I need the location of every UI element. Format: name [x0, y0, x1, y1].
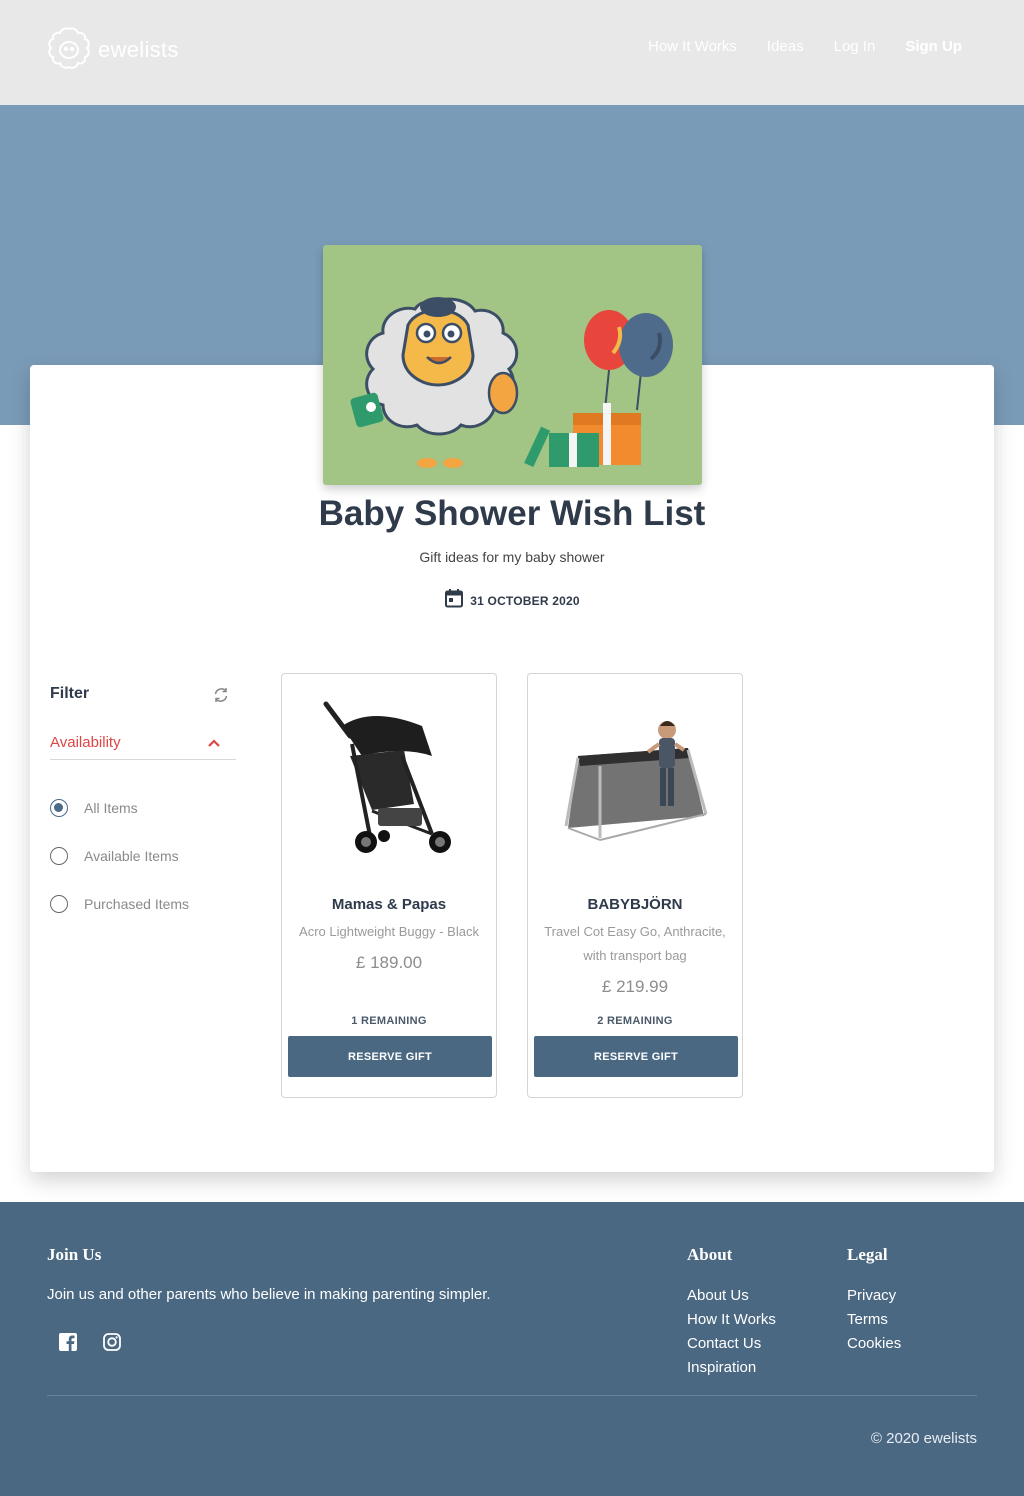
footer-link-inspiration[interactable]: Inspiration	[687, 1358, 776, 1377]
list-date-text: 31 OCTOBER 2020	[470, 593, 580, 608]
filter-title: Filter	[50, 685, 90, 702]
nav-signup[interactable]: Sign Up	[905, 38, 962, 55]
list-cover-image	[323, 245, 702, 485]
product-remaining: 2 REMAINING	[597, 1015, 673, 1027]
facebook-icon[interactable]	[58, 1332, 78, 1352]
footer-join-heading: Join Us	[47, 1245, 102, 1264]
product-description: Travel Cot Easy Go, Anthracite, with tra…	[544, 924, 726, 963]
list-card	[30, 365, 994, 1172]
product-description: Acro Lightweight Buggy - Black	[299, 924, 479, 939]
availability-label: Availability	[50, 734, 121, 751]
refresh-icon[interactable]	[212, 686, 230, 704]
filter-option-purchased-items[interactable]: Purchased Items	[50, 895, 189, 913]
radio-available-items[interactable]	[50, 847, 68, 865]
product-brand: Mamas & Papas	[331, 896, 447, 913]
sheep-illustration	[350, 297, 519, 468]
stroller-icon[interactable]	[282, 686, 496, 866]
product-remaining: 1 REMAINING	[351, 1015, 427, 1027]
footer-link-contact-us[interactable]: Contact Us	[687, 1334, 776, 1353]
list-title: Baby Shower Wish List	[318, 494, 706, 533]
footer-legal-links: Privacy Terms Cookies	[847, 1286, 901, 1353]
sheep-logo-icon	[46, 25, 92, 76]
radio-all-items[interactable]	[50, 799, 68, 817]
footer-link-how-it-works[interactable]: How It Works	[687, 1310, 776, 1329]
product-price: £ 219.99	[601, 977, 669, 996]
footer-link-cookies[interactable]: Cookies	[847, 1334, 901, 1353]
logo-text: ewelists	[98, 37, 179, 62]
nav-ideas[interactable]: Ideas	[767, 38, 804, 55]
footer-link-privacy[interactable]: Privacy	[847, 1286, 901, 1305]
availability-filter-header[interactable]: Availability	[50, 732, 236, 760]
filter-option-all-items[interactable]: All Items	[50, 799, 138, 817]
footer-about-heading: About	[687, 1245, 733, 1264]
gifts-balloons-illustration	[524, 310, 673, 468]
filter-option-available-items[interactable]: Available Items	[50, 847, 179, 865]
list-date: 31 OCTOBER 2020	[0, 588, 1024, 613]
product-brand: BABYBJÖRN	[587, 896, 683, 913]
travel-cot-icon[interactable]	[528, 686, 742, 866]
reserve-gift-button[interactable]: RESERVE GIFT	[288, 1036, 492, 1077]
list-subtitle: Gift ideas for my baby shower	[419, 549, 605, 565]
radio-purchased-items[interactable]	[50, 895, 68, 913]
reserve-gift-button[interactable]: RESERVE GIFT	[534, 1036, 738, 1077]
social-links	[58, 1332, 122, 1352]
product-card[interactable]: Mamas & Papas Acro Lightweight Buggy - B…	[281, 673, 497, 1098]
calendar-icon	[444, 588, 464, 613]
footer-copyright: © 2020 ewelists	[870, 1430, 977, 1447]
logo-link[interactable]: ewelists	[46, 25, 179, 76]
footer-join-text: Join us and other parents who believe in…	[47, 1286, 491, 1303]
radio-label-available-items: Available Items	[84, 848, 179, 864]
footer-legal-heading: Legal	[847, 1245, 888, 1264]
radio-label-purchased-items: Purchased Items	[84, 896, 190, 912]
nav-login[interactable]: Log In	[834, 38, 876, 55]
product-card[interactable]: BABYBJÖRN Travel Cot Easy Go, Anthracite…	[527, 673, 743, 1098]
site-footer: Join Us Join us and other parents who be…	[0, 1202, 1024, 1496]
nav-how-it-works[interactable]: How It Works	[648, 38, 737, 55]
site-header: ewelists How It Works Ideas Log In Sign …	[0, 0, 1024, 105]
footer-link-about-us[interactable]: About Us	[687, 1286, 776, 1305]
chevron-up-icon	[207, 736, 221, 750]
product-price: £ 189.00	[355, 953, 423, 972]
main-nav: How It Works Ideas Log In Sign Up	[648, 38, 962, 55]
footer-about-links: About Us How It Works Contact Us Inspira…	[687, 1286, 776, 1377]
radio-label-all-items: All Items	[84, 800, 138, 816]
footer-divider	[47, 1395, 977, 1396]
instagram-icon[interactable]	[102, 1332, 122, 1352]
footer-link-terms[interactable]: Terms	[847, 1310, 901, 1329]
